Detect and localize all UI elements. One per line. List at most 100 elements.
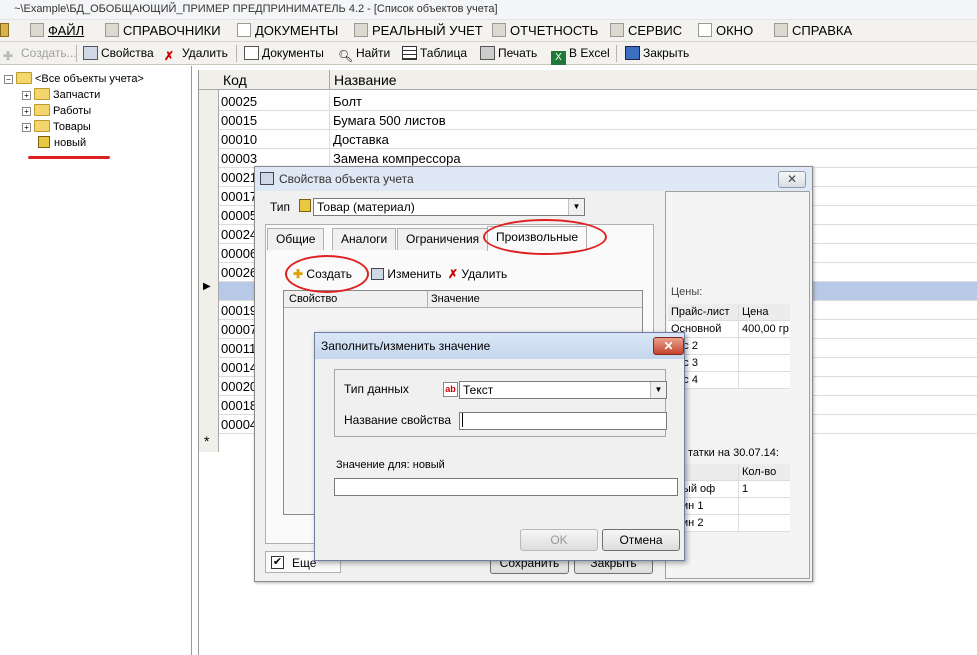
grid-header: Код Название [199,70,977,90]
expand-icon[interactable]: + [22,91,31,100]
menu-service[interactable]: СЕРВИС [610,23,682,38]
close-button[interactable]: Закрыть [625,46,689,60]
cell-code: 00005 [221,208,258,223]
ledger-icon [354,23,368,37]
red-circle-annotation [483,219,607,255]
current-row-marker: ▶ [203,281,211,292]
table-row[interactable]: 00015 Бумага 500 листов [219,111,977,130]
app-icon [0,23,9,37]
delete-button[interactable]: ✗ Удалить [164,46,228,63]
mini-table-row[interactable]: айс 3 [668,355,790,372]
dialog-icon [260,172,274,185]
window-titlebar: ~\Example\БД_ОБОБЩАЮЩИЙ_ПРИМЕР ПРЕДПРИНИ… [0,0,977,20]
property-name-input[interactable] [459,412,667,430]
cancel-button[interactable]: Отмена [602,529,680,551]
table-row[interactable]: 00010 Доставка [219,130,977,149]
cell-code: 00015 [221,113,258,128]
tree-item-goods[interactable]: + Товары [22,120,91,133]
close-door-icon [625,46,640,60]
service-icon [610,23,624,37]
type-select[interactable]: Товар (материал) ▼ [313,198,585,216]
menu-bar: ФАЙЛ СПРАВОЧНИКИ ДОКУМЕНТЫ РЕАЛЬНЫЙ УЧЕТ… [0,20,977,42]
mini-table-row[interactable]: азин 2 [668,515,790,532]
folder-icon [34,104,50,116]
tab-analogs[interactable]: Аналоги [332,228,397,250]
new-row-marker: * [204,433,210,449]
menu-file[interactable]: ФАЙЛ [30,23,84,38]
menu-documents[interactable]: ДОКУМЕНТЫ [237,23,338,38]
cell-code: 00007 [221,322,258,337]
mini-cell: Кол-во [742,466,777,478]
text-type-icon: ab [443,382,458,397]
menu-real-accounting[interactable]: РЕАЛЬНЫЙ УЧЕТ [354,23,483,38]
mini-table-row[interactable]: вный оф 1 [668,481,790,498]
window-icon [698,23,712,37]
red-circle-annotation [285,255,369,293]
column-value[interactable]: Значение [431,293,480,305]
red-underline-annotation [28,156,110,159]
value-input[interactable] [334,478,678,496]
delete-x-icon: ✗ [448,267,459,281]
mini-cell: Цена [742,306,769,318]
expand-icon[interactable]: + [22,123,31,132]
find-button[interactable]: 🔍︎ Найти [338,46,390,63]
documents-icon [244,46,259,60]
mini-table-row[interactable]: айс 2 [668,338,790,355]
mini-table-header: адКол-во [668,464,790,481]
tree-item-new[interactable]: новый [38,136,87,149]
menu-window[interactable]: ОКНО [698,23,753,38]
cell-code: 00021 [221,170,258,185]
tree-root[interactable]: − <Все объекты учета> [4,72,144,85]
table-button[interactable]: Таблица [402,46,467,60]
cell-code: 00018 [221,398,258,413]
print-button[interactable]: Печать [480,46,537,60]
magnifier-icon: 🔍︎ [338,49,354,63]
mini-table-row[interactable]: айс 4 [668,372,790,389]
mini-cell: 400,00 гр [742,323,789,335]
tab-restrictions[interactable]: Ограничения [397,228,489,250]
mini-table-row[interactable]: Основной 400,00 гр [668,321,790,338]
tab-general[interactable]: Общие [267,228,325,250]
plus-icon: ✚ [3,49,14,63]
edit-icon [371,268,384,280]
category-tree: − <Все объекты учета> + Запчасти + Работы +… [0,66,192,655]
tree-item-works[interactable]: + Работы [22,104,91,117]
collapse-icon[interactable]: − [4,75,13,84]
value-dialog-close-button[interactable]: ✕ [653,337,684,355]
table-row[interactable]: 00025 Болт [219,92,977,111]
chevron-down-icon: ▼ [650,382,666,398]
properties-icon [83,46,98,60]
type-label: Тип [270,200,291,214]
properties-button[interactable]: Свойства [83,46,154,60]
mini-table-row[interactable]: азин 1 [668,498,790,515]
folder-open-icon [16,72,32,84]
cell-code: 00011 [221,341,257,356]
menu-reports[interactable]: ОТЧЕТНОСТЬ [492,23,598,38]
edit-property-button[interactable]: Изменить [371,267,441,281]
dialog-caption: Свойства объекта учета ✕ [255,167,812,191]
home-icon [105,23,119,37]
data-type-select[interactable]: Текст ▼ [459,381,667,399]
toolbar: ✚ Создать... Свойства ✗ Удалить Документы … [0,42,977,65]
excel-icon: X [551,51,566,65]
stock-label: татки на 30.07.14: [688,447,779,459]
delete-x-icon: ✗ [164,49,175,63]
column-code[interactable]: Код [223,72,247,88]
create-button[interactable]: ✚ Создать... [3,46,77,63]
value-dialog: Заполнить/изменить значение ✕ Тип данных… [314,332,685,561]
column-property[interactable]: Свойство [289,293,337,305]
delete-property-button[interactable]: ✗ Удалить [448,267,507,281]
documents-button[interactable]: Документы [244,46,324,60]
expand-icon[interactable]: + [22,107,31,116]
menu-directories[interactable]: СПРАВОЧНИКИ [105,23,221,38]
dialog-close-button[interactable]: ✕ [778,171,806,188]
folder-icon [34,88,50,100]
excel-button[interactable]: XВ Excel [551,46,610,65]
ok-button[interactable]: OK [520,529,598,551]
document-icon [237,23,251,37]
column-name[interactable]: Название [334,72,397,88]
menu-help[interactable]: СПРАВКА [774,23,852,38]
gift-icon [299,199,311,212]
tree-item-parts[interactable]: + Запчасти [22,88,100,101]
mini-cell: 1 [742,483,749,495]
